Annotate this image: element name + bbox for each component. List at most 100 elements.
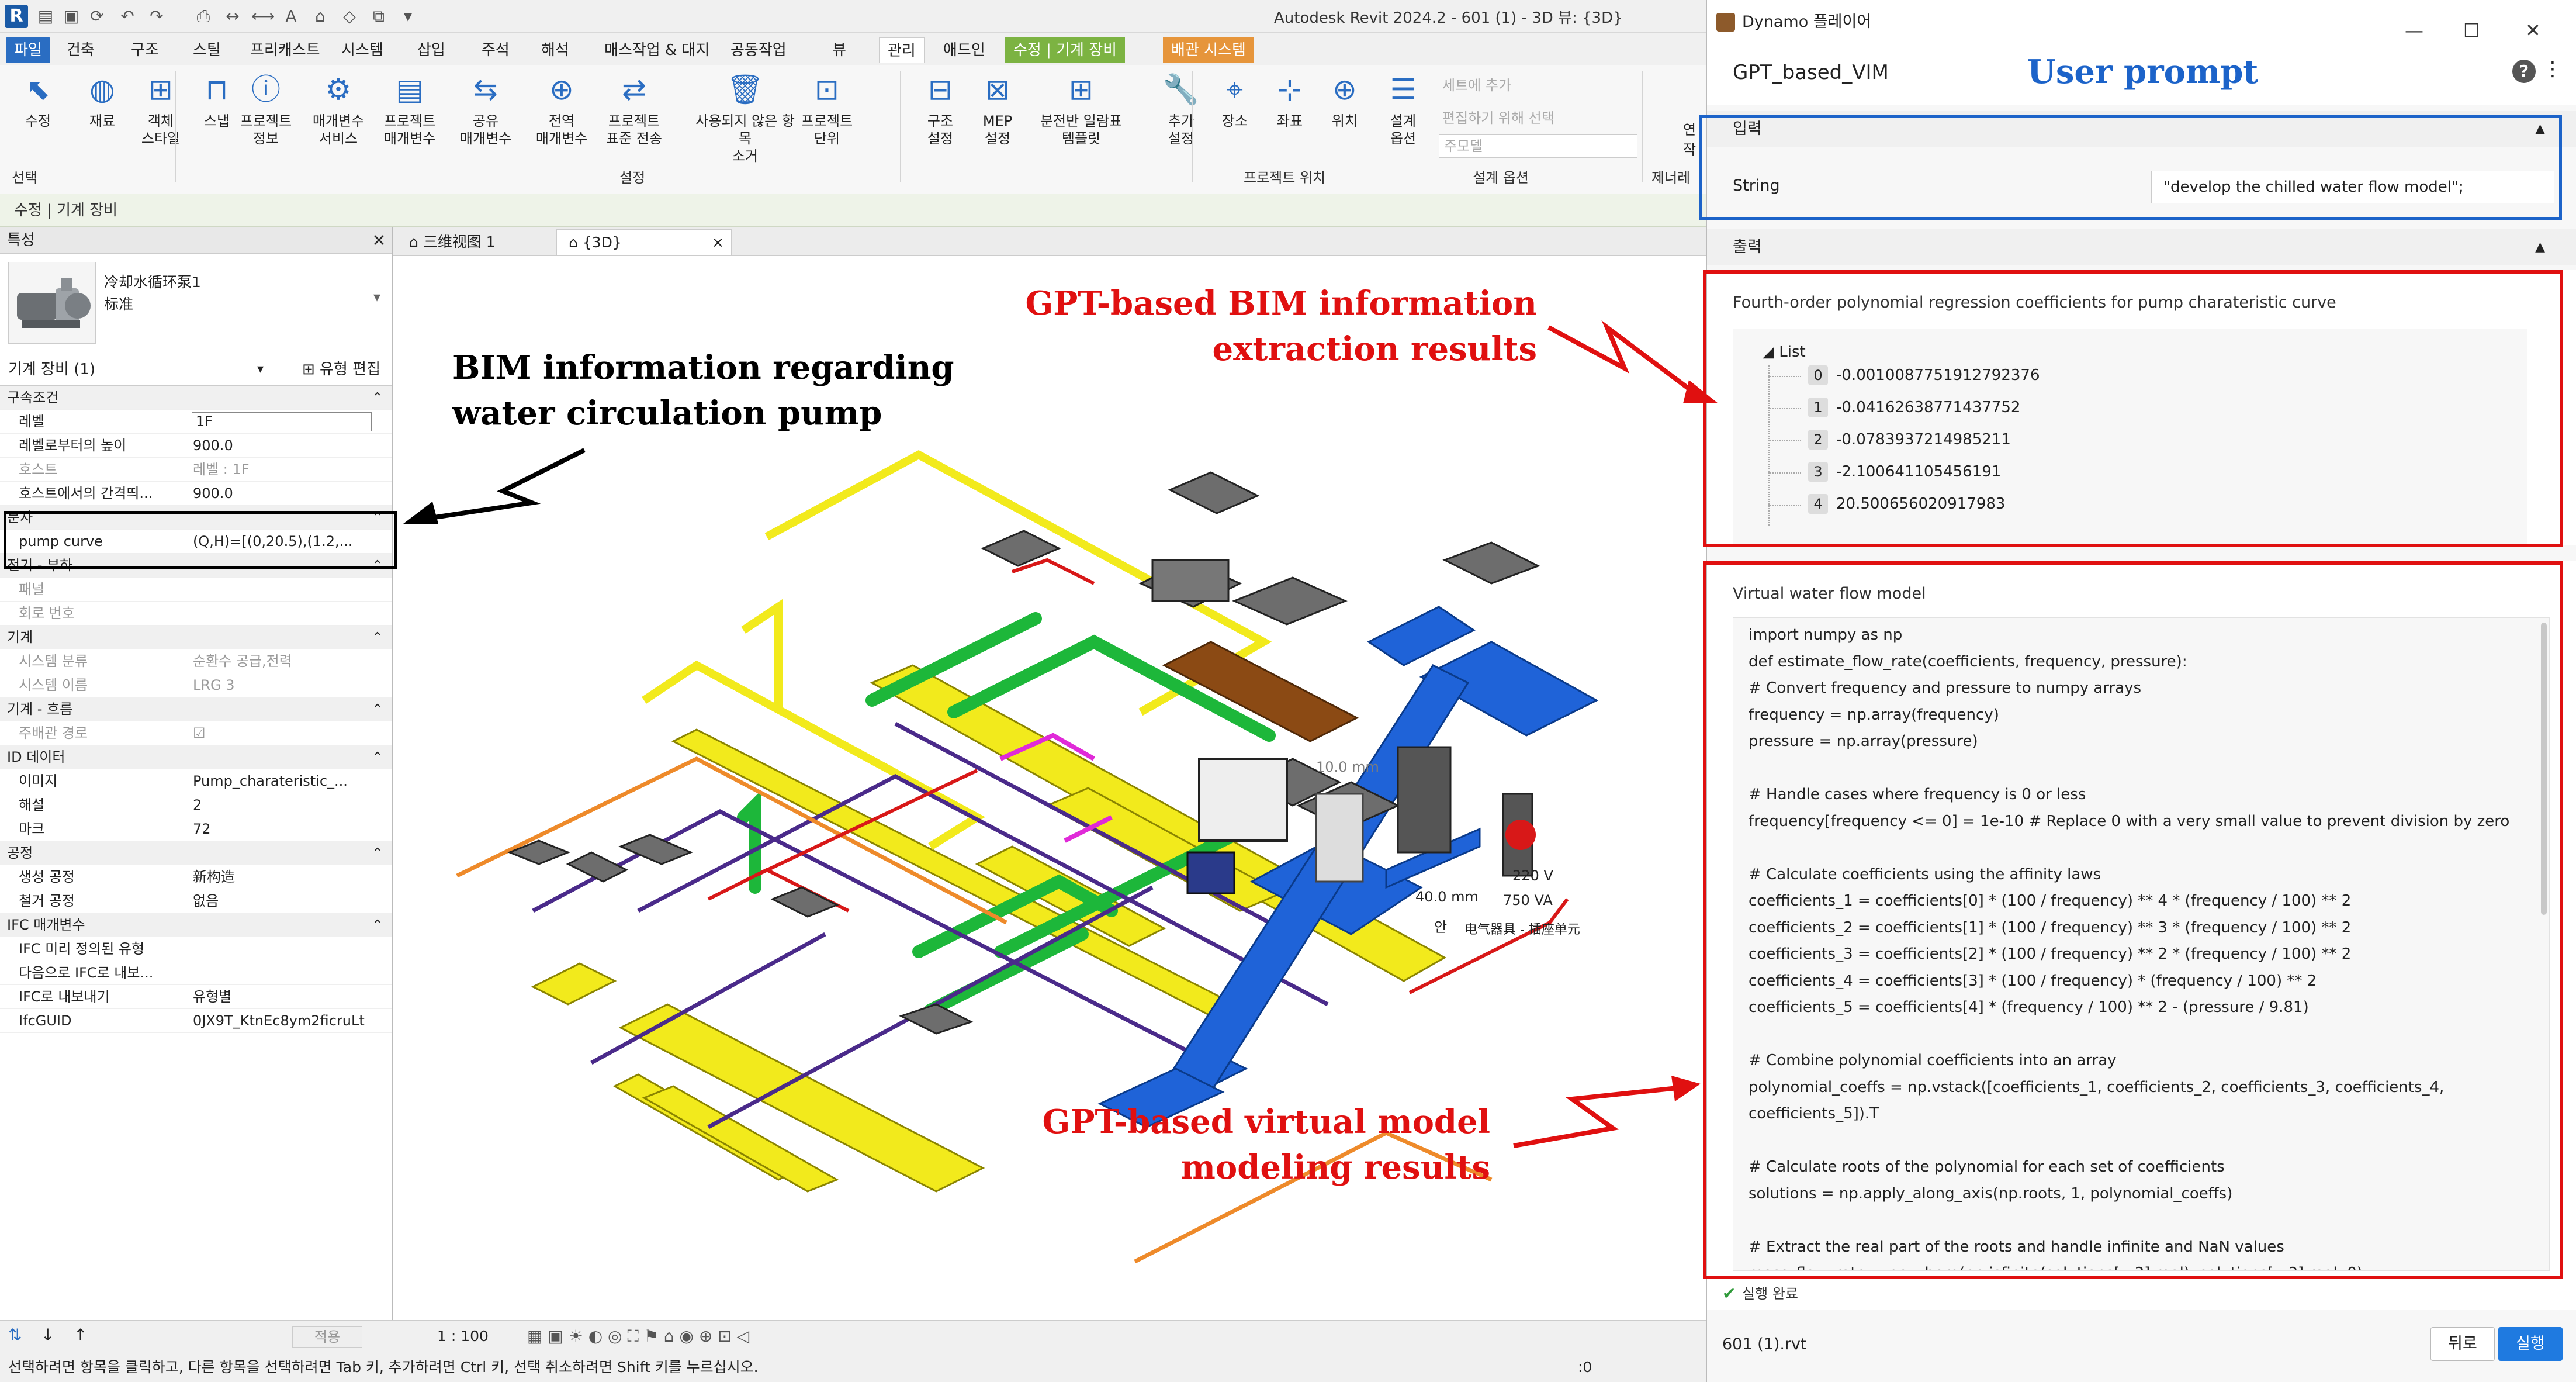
design-option-select[interactable]: 주모델 — [1439, 134, 1637, 158]
chevron-down-icon[interactable]: ▾ — [373, 289, 380, 305]
property-group[interactable]: 기계 - 흐름 ⌃ — [0, 697, 392, 721]
property-group[interactable]: 전기 - 부하 ⌃ — [0, 554, 392, 578]
collapse-icon[interactable]: ⌃ — [372, 913, 383, 937]
property-group[interactable]: 구속조건 ⌃ — [0, 386, 392, 410]
property-row[interactable]: 철거 공정 없음 — [0, 889, 392, 913]
window-switch-icon[interactable]: ⧉ — [368, 6, 389, 27]
collapse-icon[interactable]: ⌃ — [372, 745, 383, 769]
property-row[interactable]: pump curve (Q,H)=[(0,20.5),(1.2,... — [0, 530, 392, 554]
tab-12[interactable]: 관리 — [879, 37, 925, 63]
property-group[interactable]: 문자 ⌃ — [0, 506, 392, 530]
property-row[interactable]: 시스템 분류 순환수 공급,전력 — [0, 649, 392, 673]
collapse-icon[interactable]: ⌃ — [372, 506, 383, 530]
property-row[interactable]: IfcGUID 0JX9T_KtnEc8ym2ficruLt — [0, 1009, 392, 1033]
ribbon-button-10[interactable]: 🗑 사용되지 않은 항목 소거 — [695, 69, 795, 165]
property-row[interactable]: 마크 72 — [0, 817, 392, 841]
property-row[interactable]: 시스템 이름 LRG 3 — [0, 673, 392, 697]
tab-11[interactable]: 뷰 — [824, 37, 854, 63]
edit-type-button[interactable]: ⊞ 유형 편집 — [302, 353, 380, 386]
open-icon[interactable]: ▤ — [35, 6, 56, 27]
back-button[interactable]: 뒤로 — [2430, 1327, 2495, 1361]
tab-15[interactable]: 배관 시스템 — [1163, 37, 1254, 63]
property-row[interactable]: 호스트 레벨 : 1F — [0, 458, 392, 482]
view-controls-icon[interactable]: ▦ ▣ ☀ ◐ ◎ ⛶ ⚑ ⌂ ◉ ⊕ ⊡ ◁ — [527, 1321, 749, 1352]
properties-help-icon[interactable]: ⇅ — [8, 1325, 22, 1345]
tab-2[interactable]: 구조 — [123, 37, 167, 63]
tab-7[interactable]: 주석 — [473, 37, 518, 63]
collapse-icon[interactable]: ▲ — [2535, 229, 2545, 265]
ribbon-button-18[interactable]: ⊕ 위치 — [1313, 69, 1377, 130]
property-group[interactable]: 공정 ⌃ — [0, 841, 392, 865]
tab-4[interactable]: 프리캐스트 — [242, 37, 328, 63]
collapse-icon[interactable]: ▲ — [2535, 111, 2545, 147]
ribbon-button-19[interactable]: ☰ 설계 옵션 — [1371, 69, 1435, 147]
section-icon[interactable]: ◇ — [339, 6, 360, 27]
ribbon-button-8[interactable]: ⊕ 전역 매개변수 — [529, 69, 594, 147]
customize-icon[interactable]: ▾ — [397, 6, 418, 27]
tab-3[interactable]: 스틸 — [185, 37, 229, 63]
tab-0[interactable]: 파일 — [6, 37, 50, 63]
tab-3d-view-1[interactable]: ⌂ 三维视图 1 — [397, 229, 507, 255]
tab-9[interactable]: 매스작업 & 대지 — [596, 37, 718, 63]
measure-icon[interactable]: ↔ — [222, 6, 243, 27]
ribbon-button-11[interactable]: ⊡ 프로젝트 단위 — [795, 69, 859, 147]
tab-5[interactable]: 시스템 — [333, 37, 392, 63]
redo-icon[interactable]: ↷ — [146, 6, 167, 27]
property-row[interactable]: 해설 2 — [0, 793, 392, 817]
sort-za-icon[interactable]: ↑ — [74, 1325, 87, 1345]
close-icon[interactable]: × — [712, 230, 724, 255]
tab-8[interactable]: 해석 — [533, 37, 577, 63]
ribbon-button-13[interactable]: ⊠ MEP 설정 — [965, 69, 1030, 147]
save-icon[interactable]: ▣ — [61, 6, 82, 27]
property-row[interactable]: 패널 — [0, 578, 392, 602]
output-section-header[interactable]: 출력 ▲ — [1707, 229, 2576, 265]
property-row[interactable]: 다음으로 IFC로 내보... — [0, 961, 392, 985]
ribbon-button-5[interactable]: ⚙ 매개변수 서비스 — [306, 69, 371, 147]
sort-az-icon[interactable]: ↓ — [41, 1325, 54, 1345]
ribbon-button-7[interactable]: ⇆ 공유 매개변수 — [453, 69, 518, 147]
print-icon[interactable]: ⎙ — [193, 6, 214, 27]
property-group[interactable]: IFC 매개변수 ⌃ — [0, 913, 392, 937]
tab-1[interactable]: 건축 — [58, 37, 103, 63]
apply-button[interactable]: 적용 — [292, 1326, 362, 1348]
undo-icon[interactable]: ↶ — [117, 6, 138, 27]
input-section-header[interactable]: 입력 ▲ — [1707, 111, 2576, 147]
collapse-icon[interactable]: ⌃ — [372, 626, 383, 649]
tab-13[interactable]: 애드인 — [935, 37, 993, 63]
ribbon-button-6[interactable]: ▤ 프로젝트 매개변수 — [378, 69, 442, 147]
scrollbar[interactable] — [2541, 623, 2547, 915]
property-row[interactable]: 레벨 1F — [0, 410, 392, 434]
view-scale[interactable]: 1 : 100 — [437, 1321, 489, 1352]
collapse-icon[interactable]: ⌃ — [372, 841, 383, 865]
ribbon-button-14[interactable]: ⊞ 분전반 일람표 템플릿 — [1034, 69, 1128, 147]
instance-filter[interactable]: 기계 장비 (1) ▾ ⊞ 유형 편집 — [0, 353, 392, 386]
property-row[interactable]: IFC로 내보내기 유형별 — [0, 985, 392, 1009]
list-header[interactable]: ◢ List — [1763, 343, 1806, 361]
property-group[interactable]: 기계 ⌃ — [0, 626, 392, 649]
property-row[interactable]: IFC 미리 정의된 유형 — [0, 937, 392, 961]
collapse-icon[interactable]: ⌃ — [372, 554, 383, 578]
ribbon-button-2[interactable]: ⊞ 객체 스타일 — [129, 69, 193, 147]
revit-logo[interactable]: R — [5, 5, 28, 28]
property-row[interactable]: 생성 공정 新构造 — [0, 865, 392, 889]
property-row[interactable]: 주배관 경로 ☑ — [0, 721, 392, 745]
dimension-icon[interactable]: ⟷ — [251, 6, 275, 27]
help-icon[interactable]: ? — [2512, 60, 2536, 83]
type-selector[interactable]: 冷却水循环泵1 标准 ▾ — [0, 254, 392, 353]
run-button[interactable]: 실행 — [2498, 1327, 2563, 1361]
string-input[interactable]: "develop the chilled water flow model"; — [2151, 171, 2554, 203]
collapse-icon[interactable]: ⌃ — [372, 386, 383, 410]
ribbon-button-0[interactable]: ⬉ 수정 — [6, 69, 70, 130]
property-row[interactable]: 회로 번호 — [0, 602, 392, 626]
code-output[interactable]: import numpy as np def estimate_flow_rate… — [1733, 617, 2550, 1271]
panel-label-select[interactable]: 선택 — [12, 166, 37, 186]
close-icon[interactable]: × — [372, 227, 386, 254]
chevron-down-icon[interactable]: ▾ — [257, 353, 264, 386]
property-row[interactable]: 호스트에서의 간격띄... 900.0 — [0, 482, 392, 506]
property-row[interactable]: 레벨로부터의 높이 900.0 — [0, 434, 392, 458]
tab-10[interactable]: 공동작업 — [722, 37, 795, 63]
tab-14[interactable]: 수정 | 기계 장비 — [1005, 37, 1126, 63]
property-group[interactable]: ID 데이터 ⌃ — [0, 745, 392, 769]
collapse-icon[interactable]: ⌃ — [372, 697, 383, 721]
home-icon[interactable]: ⌂ — [310, 6, 331, 27]
